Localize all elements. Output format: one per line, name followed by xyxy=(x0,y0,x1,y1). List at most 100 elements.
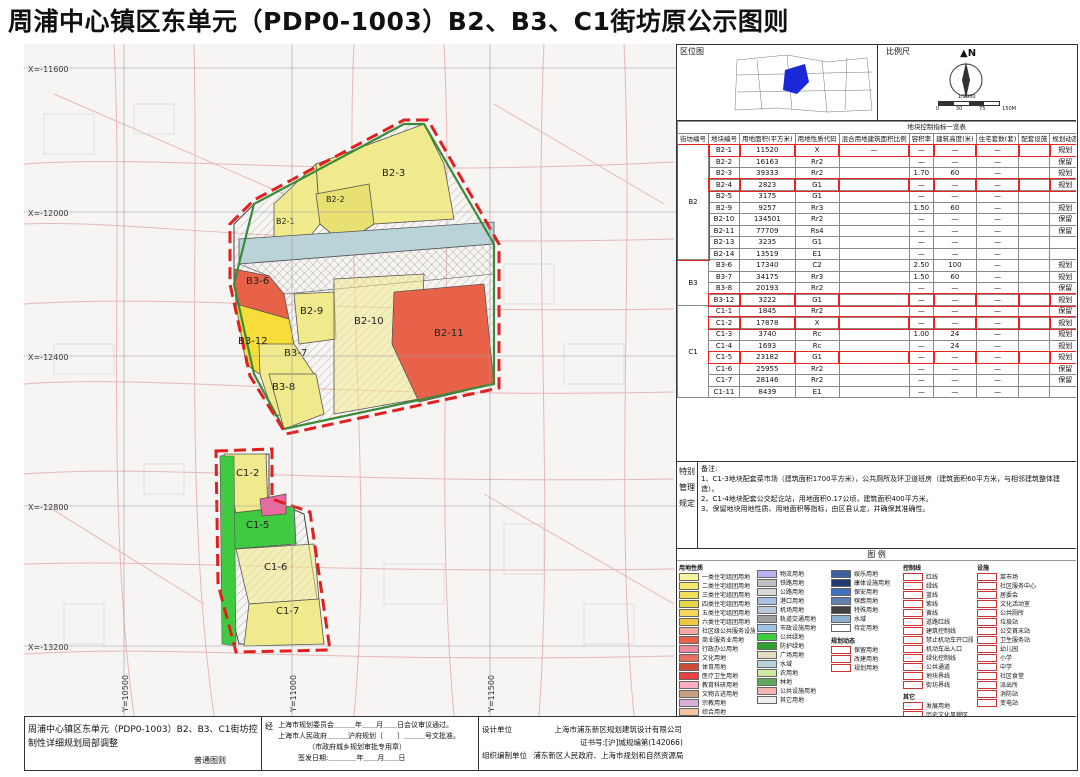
legend-label: 绿线 xyxy=(926,583,939,590)
table-row: C1-11 8439 E1— — — xyxy=(678,385,1076,398)
legend-label: 防护绿地 xyxy=(780,643,805,650)
table-header-cell: 配套设施 xyxy=(1018,132,1051,145)
note-item: 1、C1-3地块配套菜市场（建筑面积1700平方米），公共厕所及环卫道班房（建筑… xyxy=(701,475,1060,493)
table-cell-far: — xyxy=(908,247,935,260)
table-cell-units: — xyxy=(975,224,1020,237)
table-cell-fac xyxy=(1018,201,1051,214)
table-cell-units: — xyxy=(975,247,1020,260)
legend-swatch xyxy=(679,680,699,689)
table-cell-id: B2-13 xyxy=(708,236,740,249)
table-cell-id: C1-1 xyxy=(708,305,740,318)
cert-no: [沪]城规编第(142066) xyxy=(605,738,683,747)
legend-label: 林地 xyxy=(780,679,793,686)
table-cell-code: Rr2 xyxy=(794,167,840,180)
table-cell-h: — xyxy=(933,190,977,203)
cert-label: 证书号: xyxy=(580,738,606,747)
legend-swatch xyxy=(679,635,699,644)
table-cell-dyn xyxy=(1049,247,1076,260)
table-cell-area: 39333 xyxy=(739,167,796,180)
legend-item: 文化用地 xyxy=(679,653,755,662)
legend-swatch xyxy=(977,590,997,599)
legend-swatch xyxy=(757,677,777,686)
legend-swatch xyxy=(757,686,777,695)
table-cell-id: B2-4 xyxy=(707,178,741,192)
legend-swatch xyxy=(977,635,997,644)
table-row: B2-216163Rr2———保留汇丽苑 xyxy=(678,155,1076,168)
table-cell-code: Rr2 xyxy=(794,374,840,387)
table-cell-dyn: 保留 xyxy=(1049,374,1076,387)
table-cell-fac xyxy=(1017,293,1051,307)
scale-panel: 比例尺 ▲N 1/2000 0 30 75 150M xyxy=(878,44,1076,120)
table-cell-far: — xyxy=(908,143,935,157)
legend-item: 发展用地 xyxy=(903,701,973,710)
table-cell-area: 28146 xyxy=(739,374,796,387)
legend-label: 变电站 xyxy=(1000,700,1019,707)
label-b2-10: B2-10 xyxy=(354,316,384,327)
legend-col-landuse-2: 物流用地 铁路用地 公路用地 港口用地 机场用地 轨道交通用地 市政设施用地 公共绿地 防护绿地… xyxy=(757,569,829,704)
label-b2-3: B2-3 xyxy=(382,168,405,179)
legend-swatch xyxy=(679,707,699,716)
legend-item: 保安用地 xyxy=(831,587,901,596)
table-cell-code: Rr2 xyxy=(794,362,840,375)
table-row: B3-7 34175 Rr3 1.50 60— 规划 xyxy=(678,270,1076,283)
legend-label: 卫生服务站 xyxy=(1000,637,1031,644)
legend-swatch xyxy=(977,671,997,680)
legend-swatch xyxy=(757,596,777,605)
table-cell-fac xyxy=(1018,190,1051,203)
org-unit: 浦东新区人民政府、上海市规划和自然资源局 xyxy=(533,751,684,760)
table-cell-fac xyxy=(1018,305,1051,318)
table-cell-h: — xyxy=(933,155,977,168)
legend-item: 铁路用地 xyxy=(757,578,829,587)
legend-item: 绿线 xyxy=(903,581,973,590)
map-area[interactable]: B2-3 B2-2 B2-1 B2-9 B2-10 B2-11 B3-6 B3-… xyxy=(24,44,677,716)
table-cell-units: — xyxy=(975,236,1020,249)
table-cell-dyn xyxy=(1049,190,1076,203)
legend-item: 卫生服务站 xyxy=(977,635,1075,644)
table-cell-area: 2823 xyxy=(738,178,797,192)
legend-label: 紫线 xyxy=(926,601,939,608)
table-cell-dyn: 保留 xyxy=(1049,362,1076,375)
table-cell-ratio xyxy=(838,305,910,318)
table-cell-ratio xyxy=(838,236,910,249)
table-cell-id: B2-5 xyxy=(708,190,740,203)
legend-label: 体育用地 xyxy=(702,664,727,671)
table-cell-ratio xyxy=(838,259,910,272)
legend-item: 公共绿地 xyxy=(757,632,829,641)
page-title: 周浦中心镇区东单元（PDP0-1003）B2、B3、C1街坊原公示图则 xyxy=(8,7,789,36)
legend-swatch xyxy=(831,645,851,654)
legend-swatch xyxy=(831,614,851,623)
design-unit: 上海市浦东新区规划建筑设计有限公司 xyxy=(554,725,682,734)
legend-swatch xyxy=(679,590,699,599)
table-cell-h: 24 xyxy=(933,339,977,352)
legend-label: 待定用地 xyxy=(854,625,879,632)
table-cell-h: — xyxy=(932,316,978,330)
coord-x-12000: X=-12000 xyxy=(28,209,69,218)
table-cell-h: — xyxy=(932,350,978,364)
legend-label: 公共设施用地 xyxy=(780,688,817,695)
map-svg[interactable]: B2-3 B2-2 B2-1 B2-9 B2-10 B2-11 B3-6 B3-… xyxy=(24,44,676,716)
legend-item: 防护绿地 xyxy=(757,641,829,650)
table-cell-area: 9257 xyxy=(739,201,796,214)
table-cell-h: — xyxy=(933,282,977,295)
table-cell-units: — xyxy=(975,167,1020,180)
table-header-cell: 规划动态 xyxy=(1049,132,1076,145)
table-cell-fac xyxy=(1018,328,1051,341)
table-cell-far: — xyxy=(908,236,935,249)
location-panel: 区位图 xyxy=(677,44,878,120)
legend-swatch xyxy=(757,641,777,650)
table-cell-far: — xyxy=(908,155,935,168)
block-b2-9-parcel[interactable] xyxy=(293,291,337,345)
legend-item: 社区级公共服务设施 xyxy=(679,626,755,635)
block-c1-6-parcel[interactable] xyxy=(235,543,320,605)
legend-item: 特殊用地 xyxy=(831,605,901,614)
legend-label: 三类住宅组团用地 xyxy=(702,592,751,599)
legend-swatch xyxy=(831,605,851,614)
legend-label: 保安用地 xyxy=(854,589,879,596)
table-cell-far: 1.50 xyxy=(908,201,935,214)
table-cell-fac xyxy=(1018,259,1051,272)
legend-swatch xyxy=(977,680,997,689)
table-cell-fac xyxy=(1018,213,1051,226)
table-header-cell: 混合用地建筑面积比例 xyxy=(838,132,910,145)
legend-label: 公交首末站 xyxy=(1000,628,1031,635)
legend-swatch xyxy=(679,581,699,590)
